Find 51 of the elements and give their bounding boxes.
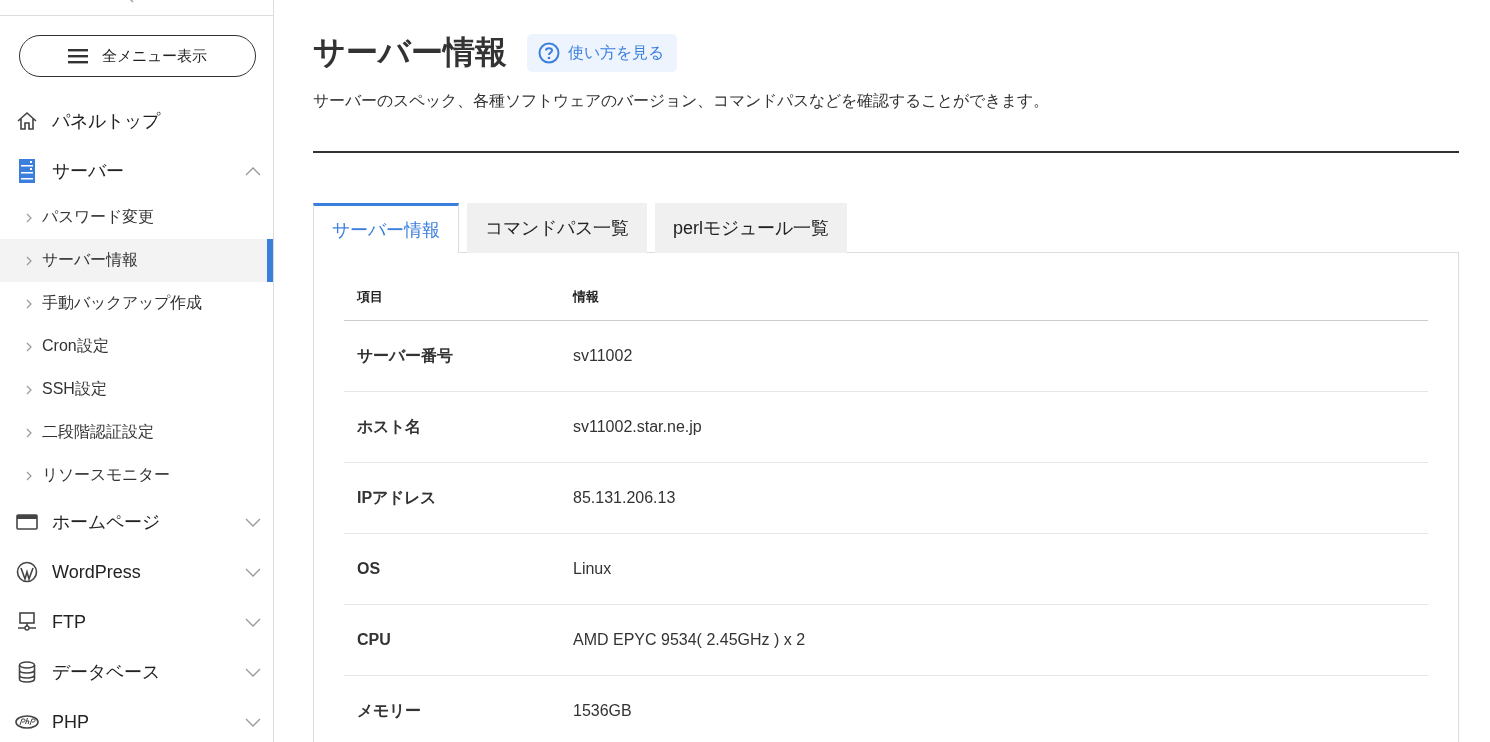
table-cell: 1536GB [560, 675, 1428, 742]
home-icon [16, 111, 38, 131]
sidebar-item[interactable]: PHP [0, 697, 273, 742]
tab[interactable]: コマンドパス一覧 [467, 203, 647, 253]
row-label: メモリー [344, 675, 560, 742]
chevron-right-icon [26, 341, 32, 352]
database-icon [18, 661, 36, 683]
chevron-right-icon [26, 212, 32, 223]
tab[interactable]: perlモジュール一覧 [655, 203, 847, 253]
sidebar-subitem[interactable]: SSH設定 [0, 368, 273, 411]
row-label: CPU [344, 604, 560, 676]
table-cell: sv11002 [560, 320, 1428, 392]
sidebar-subitem[interactable]: サーバー情報 [0, 239, 273, 282]
table-cell: sv11002.star.ne.jp [560, 391, 1428, 463]
sidebar-subitem[interactable]: 二段階認証設定 [0, 411, 273, 454]
table-cell: AMD EPYC 9534( 2.45GHz ) x 2 [560, 604, 1428, 676]
page-description: サーバーのスペック、各種ソフトウェアのバージョン、コマンドパスなどを確認することができます。 [313, 91, 1050, 111]
row-label: IPアドレス [344, 462, 560, 534]
sidebar-subitem[interactable]: パスワード変更 [0, 196, 273, 239]
all-menu-button[interactable]: 全メニュー表示 [19, 35, 256, 77]
sidebar-item[interactable]: サーバー [0, 146, 273, 196]
page-title: サーバー情報 [313, 33, 507, 72]
row-label: ホスト名 [344, 391, 560, 463]
sidebar-item[interactable]: FTP [0, 597, 273, 647]
menu-icon [68, 48, 88, 64]
wordpress-logo-icon [16, 561, 38, 583]
column-header: 項目 [344, 274, 560, 321]
chevron-right-icon [26, 470, 32, 481]
table-cell: 85.131.206.13 [560, 462, 1428, 534]
network-computer-icon [17, 612, 37, 632]
browser-window-icon [16, 514, 38, 530]
row-label: サーバー番号 [344, 320, 560, 392]
sidebar-subitem[interactable]: Cron設定 [0, 325, 273, 368]
row-label: OS [344, 533, 560, 605]
sidebar-subitem[interactable]: リソースモニター [0, 454, 273, 497]
php-logo-icon [15, 715, 39, 729]
chevron-right-icon [26, 298, 32, 309]
sidebar-item[interactable]: WordPress [0, 547, 273, 597]
sidebar-item[interactable]: データベース [0, 647, 273, 697]
chevron-right-icon [26, 255, 32, 266]
server-icon [19, 159, 35, 183]
sidebar-subitem[interactable]: 手動バックアップ作成 [0, 282, 273, 325]
chevron-right-icon [26, 427, 32, 438]
table-cell: Linux [560, 533, 1428, 605]
tab[interactable]: サーバー情報 [313, 203, 459, 253]
sidebar-item[interactable]: ホームページ [0, 497, 273, 547]
help-link[interactable]: 使い方を見る [527, 34, 677, 72]
column-header: 情報 [560, 274, 1428, 321]
chevron-right-icon [26, 384, 32, 395]
sidebar-item[interactable]: パネルトップ [0, 96, 273, 146]
help-icon [538, 42, 560, 64]
